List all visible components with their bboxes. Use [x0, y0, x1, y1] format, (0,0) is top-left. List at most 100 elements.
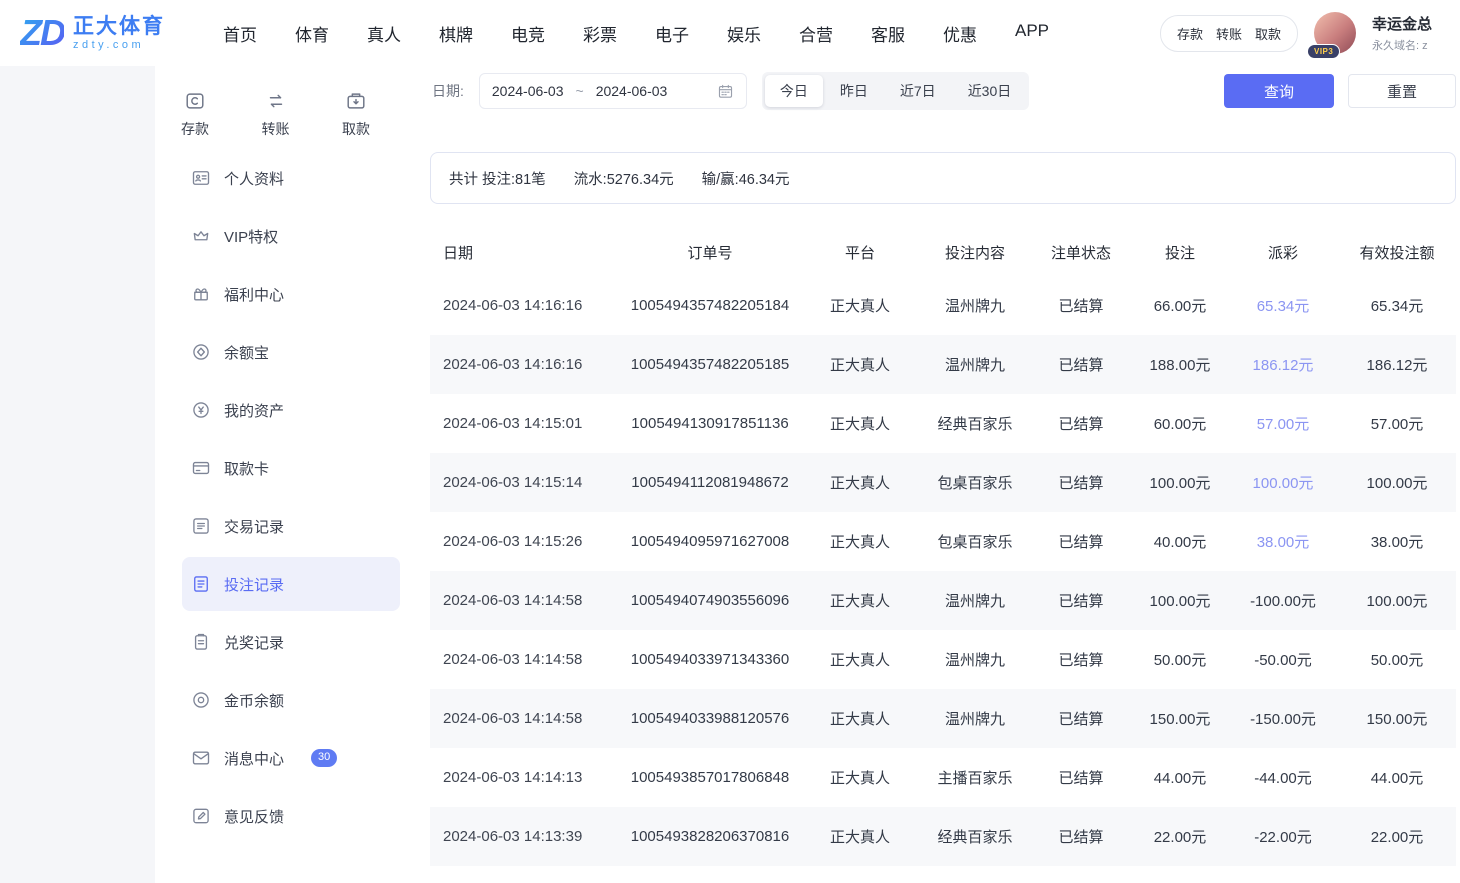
cell-content: 温州牌九 — [920, 649, 1030, 670]
cell-bet: 44.00元 — [1132, 767, 1228, 788]
sidebar-item-messages[interactable]: 消息中心 30 — [182, 731, 400, 785]
range-7days-button[interactable]: 近7日 — [885, 75, 951, 107]
sidebar-transfer-button[interactable]: 转账 — [262, 90, 290, 139]
col-header-date: 日期 — [430, 242, 620, 263]
cell-order-no: 1005494033971343360 — [620, 651, 800, 668]
sidebar-item-profile[interactable]: 个人资料 — [182, 151, 400, 205]
unread-count-badge: 30 — [311, 749, 337, 766]
cell-date: 2024-06-03 14:14:58 — [430, 710, 620, 727]
user-name: 幸运金总 — [1372, 13, 1446, 34]
sidebar-item-transactions[interactable]: 交易记录 — [182, 499, 400, 553]
range-yesterday-button[interactable]: 昨日 — [825, 75, 883, 107]
date-range-picker[interactable]: 2024-06-03 ~ 2024-06-03 — [479, 73, 747, 109]
sidebar-deposit-label: 存款 — [181, 119, 209, 139]
sidebar-item-yuebao[interactable]: 余额宝 — [182, 325, 400, 379]
sidebar-item-redeem-records[interactable]: 兑奖记录 — [182, 615, 400, 669]
vip-level-badge: VIP3 — [1307, 44, 1340, 59]
withdraw-link[interactable]: 取款 — [1255, 24, 1281, 43]
nav-item-live[interactable]: 真人 — [367, 21, 401, 46]
nav-item-support[interactable]: 客服 — [871, 21, 905, 46]
cell-payout: -44.00元 — [1228, 767, 1338, 788]
user-avatar[interactable]: VIP3 — [1314, 12, 1356, 54]
nav-item-home[interactable]: 首页 — [223, 21, 257, 46]
cell-status: 已结算 — [1030, 708, 1132, 729]
coin-icon — [191, 690, 211, 710]
sidebar-item-withdraw-card[interactable]: 取款卡 — [182, 441, 400, 495]
nav-item-boardgames[interactable]: 棋牌 — [439, 21, 473, 46]
table-header: 日期 订单号 平台 投注内容 注单状态 投注 派彩 有效投注额 — [430, 228, 1456, 276]
deposit-icon — [184, 90, 206, 112]
table-row: 2024-06-03 14:14:58 1005494033971343360 … — [430, 630, 1456, 689]
summary-turnover: 流水:5276.34元 — [574, 168, 674, 189]
cell-platform: 正大真人 — [800, 413, 920, 434]
cell-content: 温州牌九 — [920, 590, 1030, 611]
user-info: 幸运金总 永久域名: z — [1372, 13, 1446, 53]
nav-item-lottery[interactable]: 彩票 — [583, 21, 617, 46]
sidebar-item-bet-records[interactable]: 投注记录 — [182, 557, 400, 611]
sidebar-item-gold-balance[interactable]: 金币余额 — [182, 673, 400, 727]
sidebar-item-welfare[interactable]: 福利中心 — [182, 267, 400, 321]
transfer-link[interactable]: 转账 — [1216, 24, 1242, 43]
filter-row: 日期: 2024-06-03 ~ 2024-06-03 今日 昨日 近7日 近3… — [430, 72, 1456, 110]
cell-status: 已结算 — [1030, 413, 1132, 434]
quick-range-group: 今日 昨日 近7日 近30日 — [762, 72, 1029, 110]
nav-item-slots[interactable]: 电子 — [655, 21, 689, 46]
sidebar-item-assets[interactable]: 我的资产 — [182, 383, 400, 437]
calendar-icon[interactable] — [717, 83, 734, 100]
cell-valid: 57.00元 — [1338, 413, 1456, 434]
cell-bet: 40.00元 — [1132, 531, 1228, 552]
cell-payout: 186.12元 — [1228, 354, 1338, 375]
nav-item-partner[interactable]: 合营 — [799, 21, 833, 46]
nav-item-app[interactable]: APP — [1015, 21, 1049, 46]
table-row: 2024-06-03 14:16:16 1005494357482205184 … — [430, 276, 1456, 335]
yuan-coin-icon — [191, 400, 211, 420]
summary-bar: 共计 投注:81笔 流水:5276.34元 输/赢:46.34元 — [430, 152, 1456, 204]
cell-order-no: 1005494130917851136 — [620, 415, 800, 432]
bank-card-icon — [191, 458, 211, 478]
cell-content: 经典百家乐 — [920, 413, 1030, 434]
sidebar-item-label: 投注记录 — [224, 574, 284, 595]
col-header-status: 注单状态 — [1030, 242, 1132, 263]
sidebar-item-feedback[interactable]: 意见反馈 — [182, 789, 400, 843]
cell-payout: -150.00元 — [1228, 708, 1338, 729]
cell-status: 已结算 — [1030, 826, 1132, 847]
cell-date: 2024-06-03 14:16:16 — [430, 297, 620, 314]
range-today-button[interactable]: 今日 — [765, 75, 823, 107]
cell-order-no: 1005494112081948672 — [620, 474, 800, 491]
cell-status: 已结算 — [1030, 295, 1132, 316]
nav-item-esports[interactable]: 电竞 — [511, 21, 545, 46]
brand-logo-mark: ZD — [20, 15, 64, 51]
bet-records-table: 日期 订单号 平台 投注内容 注单状态 投注 派彩 有效投注额 2024-06-… — [430, 228, 1456, 866]
cell-bet: 60.00元 — [1132, 413, 1228, 434]
date-from-value[interactable]: 2024-06-03 — [492, 83, 564, 99]
envelope-icon — [191, 748, 211, 768]
sidebar-deposit-button[interactable]: 存款 — [181, 90, 209, 139]
cell-status: 已结算 — [1030, 531, 1132, 552]
range-30days-button[interactable]: 近30日 — [953, 75, 1027, 107]
summary-total-bets: 共计 投注:81笔 — [449, 168, 546, 189]
sidebar-withdraw-button[interactable]: 取款 — [342, 90, 370, 139]
query-button[interactable]: 查询 — [1224, 74, 1334, 108]
cell-content: 温州牌九 — [920, 354, 1030, 375]
crown-icon — [191, 226, 211, 246]
sidebar-item-label: 个人资料 — [224, 168, 284, 189]
deposit-link[interactable]: 存款 — [1177, 24, 1203, 43]
id-card-icon — [191, 168, 211, 188]
nav-item-sports[interactable]: 体育 — [295, 21, 329, 46]
date-to-value[interactable]: 2024-06-03 — [596, 83, 668, 99]
sidebar-item-vip[interactable]: VIP特权 — [182, 209, 400, 263]
sidebar-item-label: 消息中心 — [224, 748, 284, 769]
nav-item-entertainment[interactable]: 娱乐 — [727, 21, 761, 46]
cell-platform: 正大真人 — [800, 590, 920, 611]
cell-date: 2024-06-03 14:14:58 — [430, 592, 620, 609]
nav-item-promos[interactable]: 优惠 — [943, 21, 977, 46]
cell-bet: 100.00元 — [1132, 472, 1228, 493]
cell-bet: 100.00元 — [1132, 590, 1228, 611]
reset-button[interactable]: 重置 — [1348, 74, 1456, 108]
cell-order-no: 1005494033988120576 — [620, 710, 800, 727]
brand-logo[interactable]: ZD 正大体育 zdty.com — [20, 15, 165, 52]
left-panel — [0, 66, 155, 883]
permanent-domain-note: 永久域名: z — [1372, 37, 1446, 53]
cell-valid: 100.00元 — [1338, 590, 1456, 611]
cell-content: 温州牌九 — [920, 708, 1030, 729]
